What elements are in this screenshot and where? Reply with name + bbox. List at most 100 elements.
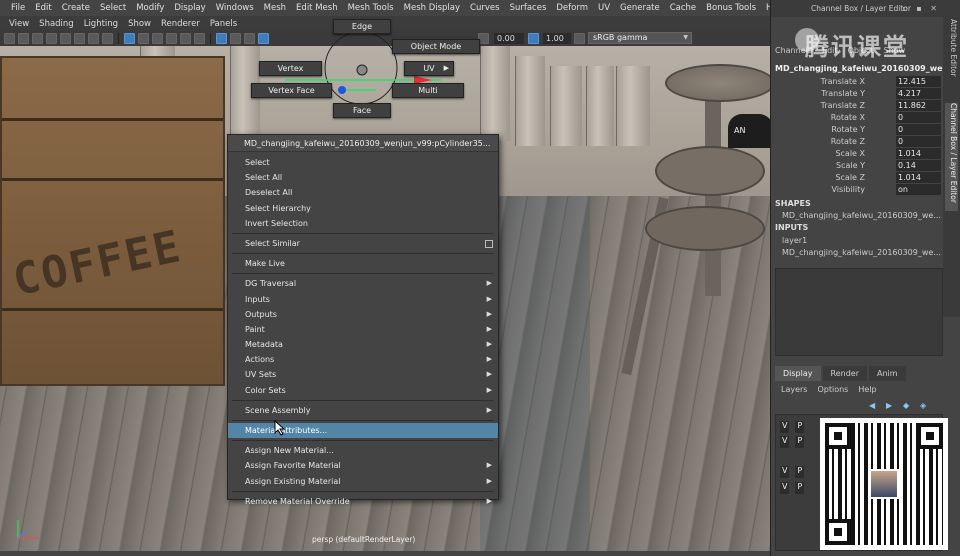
layer-row[interactable]: VP (780, 421, 820, 433)
tab-render[interactable]: Render (822, 366, 867, 381)
menu-surfaces[interactable]: Surfaces (505, 0, 552, 16)
menu-item-select-similar[interactable]: Select Similar (228, 236, 498, 251)
input-node[interactable]: MD_changjing_kafeiwu_20160309_we... (782, 248, 941, 257)
menu-generate[interactable]: Generate (615, 0, 665, 16)
menu-bonus-tools[interactable]: Bonus Tools (701, 0, 761, 16)
menu-item-metadata[interactable]: Metadata ▶ (228, 337, 498, 352)
mm-vertex-face-button[interactable]: Vertex Face (251, 83, 332, 98)
menu-edit[interactable]: Edit (30, 0, 56, 16)
attr-row[interactable]: Scale X 1.014 (771, 148, 941, 160)
menu-windows[interactable]: Windows (211, 0, 259, 16)
attr-row[interactable]: Visibility on (771, 184, 941, 196)
attr-value[interactable]: 0.14 (896, 160, 941, 171)
tab-display[interactable]: Display (775, 366, 821, 381)
menu-item-remove-material-override[interactable]: Remove Material Override ▶ (228, 494, 498, 509)
menu-item-invert-selection[interactable]: Invert Selection (228, 216, 498, 231)
new-layer-selected-icon[interactable]: ◈ (920, 401, 932, 410)
playback-toggle[interactable]: P (795, 466, 805, 478)
visibility-toggle[interactable]: V (780, 482, 790, 494)
safe-action-icon[interactable] (138, 33, 149, 44)
menu-file[interactable]: File (6, 0, 30, 16)
menu-item-assign-favorite-material[interactable]: Assign Favorite Material ▶ (228, 458, 498, 473)
panel-menu-shading[interactable]: Shading (34, 19, 79, 29)
selected-object-name[interactable]: MD_changjing_kafeiwu_20160309_wenju (775, 64, 957, 73)
mm-face-button[interactable]: Face (333, 103, 391, 118)
attr-value[interactable]: on (896, 184, 941, 195)
xray-icon[interactable] (180, 33, 191, 44)
layer-row[interactable]: VP (780, 466, 820, 478)
mm-edge-button[interactable]: Edge (333, 19, 391, 34)
menu-curves[interactable]: Curves (465, 0, 505, 16)
color-space-select[interactable]: sRGB gamma (588, 32, 692, 44)
new-layer-icon[interactable]: ◆ (903, 401, 915, 410)
attr-row[interactable]: Scale Y 0.14 (771, 160, 941, 172)
menu-item-assign-new-material[interactable]: Assign New Material... (228, 443, 498, 458)
attr-value[interactable]: 1.014 (896, 172, 941, 183)
exposure-field[interactable]: 0.00 (494, 33, 524, 44)
panel-menu-panels[interactable]: Panels (205, 19, 242, 29)
film-gate-icon[interactable] (74, 33, 85, 44)
mm-vertex-button[interactable]: Vertex (259, 61, 322, 76)
attr-row[interactable]: Translate Z 11.862 (771, 100, 941, 112)
move-layer-up-icon[interactable]: ◀ (869, 401, 881, 410)
menu-display[interactable]: Display (169, 0, 210, 16)
menu-cache[interactable]: Cache (665, 0, 701, 16)
window-controls-icon[interactable]: ▫ ▪ ✕ (902, 0, 940, 17)
layer-menu-options[interactable]: Options (817, 385, 848, 394)
bookmark-icon[interactable] (32, 33, 43, 44)
gate-mask-icon[interactable] (102, 33, 113, 44)
menu-item-color-sets[interactable]: Color Sets ▶ (228, 383, 498, 398)
menu-item-inputs[interactable]: Inputs ▶ (228, 292, 498, 307)
menu-item-paint[interactable]: Paint ▶ (228, 322, 498, 337)
attr-value[interactable]: 0 (896, 112, 941, 123)
attr-row[interactable]: Rotate Z 0 (771, 136, 941, 148)
panel-menu-view[interactable]: View (4, 19, 34, 29)
menu-modify[interactable]: Modify (131, 0, 169, 16)
menu-select[interactable]: Select (95, 0, 131, 16)
field-chart-icon[interactable] (166, 33, 177, 44)
layer-row[interactable]: VP (780, 482, 820, 494)
attr-value[interactable]: 11.862 (896, 100, 941, 111)
attr-row[interactable]: Rotate Y 0 (771, 124, 941, 136)
tab-anim[interactable]: Anim (868, 366, 906, 381)
attr-value[interactable]: 0 (896, 136, 941, 147)
smooth-shade-icon[interactable] (216, 33, 227, 44)
attr-row[interactable]: Rotate X 0 (771, 112, 941, 124)
lock-camera-icon[interactable] (18, 33, 29, 44)
gamma-field[interactable]: 1.00 (543, 33, 571, 44)
menu-item-deselect-all[interactable]: Deselect All (228, 185, 498, 200)
menu-edit-mesh[interactable]: Edit Mesh (291, 0, 343, 16)
resolution-gate-icon[interactable] (88, 33, 99, 44)
attr-row[interactable]: Scale Z 1.014 (771, 172, 941, 184)
mm-multi-button[interactable]: Multi (392, 83, 464, 98)
grid-icon[interactable] (60, 33, 71, 44)
gamma-icon[interactable] (528, 33, 539, 44)
mm-object-mode-button[interactable]: Object Mode (392, 39, 480, 54)
menu-item-scene-assembly[interactable]: Scene Assembly ▶ (228, 403, 498, 418)
playback-toggle[interactable]: P (795, 421, 805, 433)
menu-mesh-tools[interactable]: Mesh Tools (343, 0, 399, 16)
menu-mesh-display[interactable]: Mesh Display (399, 0, 465, 16)
image-plane-icon[interactable] (46, 33, 57, 44)
menu-item-select-hierarchy[interactable]: Select Hierarchy (228, 201, 498, 216)
panel-menu-lighting[interactable]: Lighting (79, 19, 123, 29)
menu-item-uv-sets[interactable]: UV Sets ▶ (228, 367, 498, 382)
menu-mesh[interactable]: Mesh (259, 0, 291, 16)
attr-row[interactable]: Translate Y 4.217 (771, 88, 941, 100)
move-layer-down-icon[interactable]: ▶ (886, 401, 898, 410)
menu-item-outputs[interactable]: Outputs ▶ (228, 307, 498, 322)
attr-value[interactable]: 1.014 (896, 148, 941, 159)
attr-value[interactable]: 0 (896, 124, 941, 135)
attr-row[interactable]: Translate X 12.415 (771, 76, 941, 88)
safe-title-icon[interactable] (152, 33, 163, 44)
option-box-icon[interactable] (485, 239, 493, 248)
color-management-icon[interactable] (574, 33, 585, 44)
visibility-toggle[interactable]: V (780, 436, 790, 448)
tab-attribute-editor[interactable]: Attribute Editor (945, 19, 958, 99)
panel-menu-renderer[interactable]: Renderer (156, 19, 205, 29)
grid-toggle-icon[interactable] (124, 33, 135, 44)
menu-deform[interactable]: Deform (551, 0, 593, 16)
layer-row[interactable]: VP (780, 436, 820, 448)
visibility-toggle[interactable]: V (780, 421, 790, 433)
attr-value[interactable]: 12.415 (896, 76, 941, 87)
